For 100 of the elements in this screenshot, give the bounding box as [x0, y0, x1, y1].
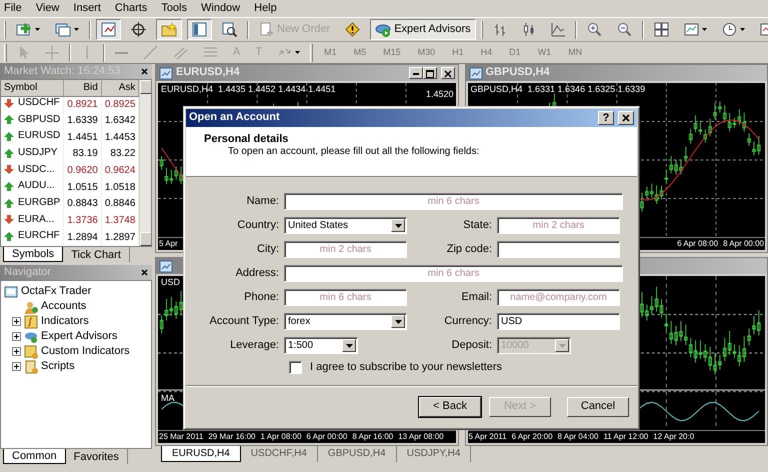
- input-field[interactable]: [497, 241, 620, 258]
- tree-item[interactable]: Accounts: [41, 300, 86, 314]
- time-label: 11 Apr 12:00: [603, 432, 648, 442]
- chart-tab[interactable]: GBPUSD,H4: [318, 446, 397, 462]
- input-field[interactable]: name@company.com: [497, 289, 620, 306]
- tree-item[interactable]: OctaFx Trader: [21, 284, 92, 298]
- maximize-button[interactable]: [422, 67, 436, 79]
- dropdown-arrow-icon: [394, 224, 402, 228]
- time-label: 5 Apr 2011: [468, 432, 507, 442]
- input-field[interactable]: min 6 chars: [284, 265, 623, 282]
- time-label: 6 Apr 20:00: [512, 432, 553, 442]
- chart-info: GBPUSD,H4 1.6331 1.6346 1.6325 1.6339: [470, 84, 646, 95]
- time-label: 13 Apr 08:00: [398, 432, 444, 442]
- chart-info: USD: [161, 277, 180, 288]
- dropdown-arrow-icon: [346, 344, 352, 348]
- wizard-button[interactable]: < Back: [419, 396, 481, 416]
- dropdown[interactable]: 1:500: [284, 337, 358, 354]
- input-field[interactable]: min 6 chars: [284, 193, 623, 210]
- magnifier-chart-icon: [222, 22, 237, 37]
- field-label: City:: [256, 242, 280, 256]
- help-button[interactable]: ?: [598, 111, 614, 125]
- market-watch-button[interactable]: [96, 19, 121, 40]
- menu-item[interactable]: File: [4, 2, 22, 16]
- panel-tab[interactable]: Favorites: [66, 449, 128, 464]
- chart-window-icon: [101, 22, 116, 37]
- panel-tab[interactable]: Symbols: [3, 247, 64, 262]
- close-button[interactable]: [440, 67, 454, 79]
- caret-icon: [295, 51, 300, 54]
- star-folder-icon: [161, 22, 177, 37]
- panel-icon: [192, 22, 207, 37]
- checkbox[interactable]: [289, 361, 302, 374]
- chart-tab[interactable]: USDJPY,H4: [396, 446, 472, 462]
- navigator-button[interactable]: [156, 19, 182, 40]
- tile-windows-icon: [654, 22, 669, 37]
- bid-cell: 0.8921: [64, 96, 102, 113]
- close-button[interactable]: [618, 111, 634, 125]
- close-icon[interactable]: [141, 68, 148, 75]
- field-label: Country:: [236, 218, 280, 232]
- warning-icon: [345, 22, 360, 37]
- input-field[interactable]: min 6 chars: [284, 289, 407, 306]
- menu-item[interactable]: Window: [201, 2, 240, 16]
- chart-tab[interactable]: USDCHF,H4: [240, 446, 318, 462]
- menu-item[interactable]: Charts: [114, 2, 148, 16]
- field-label: Leverage:: [229, 338, 280, 352]
- expand-icon[interactable]: [12, 332, 21, 341]
- minimize-button[interactable]: [408, 67, 422, 79]
- checkbox-label[interactable]: I agree to subscribe to your newsletters: [310, 361, 502, 374]
- chart-window-icon: [159, 66, 173, 80]
- bid-cell: 0.9620: [64, 162, 102, 180]
- field-label: Address:: [234, 266, 280, 280]
- expand-icon[interactable]: [12, 362, 21, 371]
- dropdown[interactable]: forex: [284, 313, 407, 330]
- time-label: 6 Apr 00:00: [306, 432, 348, 442]
- input-field[interactable]: min 2 chars: [497, 217, 620, 234]
- dropdown[interactable]: United States: [284, 217, 407, 234]
- menu-item[interactable]: View: [36, 2, 60, 16]
- chart-title: EURUSD,H4: [176, 66, 240, 80]
- panel-title: Navigator: [4, 266, 52, 280]
- channel-icon: [173, 45, 188, 60]
- tree-item[interactable]: Scripts: [41, 360, 75, 374]
- time-label: 29 Mar 16:00: [208, 432, 256, 442]
- chart-info: EURUSD,H4 1.4435 1.4452 1.4434 1.4451: [161, 84, 336, 95]
- cursor-icon: [17, 45, 30, 60]
- bid-cell: 1.0515: [64, 179, 102, 196]
- symbol-cell: USDJPY: [18, 147, 58, 160]
- wizard-button[interactable]: Cancel: [567, 396, 629, 416]
- close-icon[interactable]: [141, 269, 148, 276]
- crosshair-icon: [131, 22, 146, 37]
- tree-item[interactable]: Expert Advisors: [41, 330, 118, 344]
- expert-advisors-button[interactable]: Expert Advisors: [370, 19, 476, 40]
- expand-icon[interactable]: [12, 347, 21, 356]
- bar-chart-icon: [492, 22, 507, 37]
- expand-icon[interactable]: [12, 317, 21, 326]
- column-header[interactable]: Ask: [101, 80, 139, 96]
- caret-icon: [740, 28, 745, 31]
- scrollbar[interactable]: [139, 80, 151, 246]
- column-header[interactable]: Symbol: [1, 80, 64, 96]
- function-icon: [24, 314, 38, 328]
- minimize-icon: [412, 73, 418, 76]
- zoom-in-icon: [586, 22, 602, 37]
- document-plus-icon: [259, 22, 274, 37]
- tree-item[interactable]: Custom Indicators: [41, 344, 130, 358]
- panel-tab[interactable]: Tick Chart: [63, 247, 130, 262]
- close-icon: [442, 69, 452, 80]
- panel-tab[interactable]: Common: [3, 449, 66, 464]
- menu-item[interactable]: Tools: [161, 2, 187, 16]
- terminal-button[interactable]: [187, 19, 212, 40]
- input-field[interactable]: USD: [497, 313, 620, 330]
- menu-item[interactable]: Insert: [73, 2, 101, 16]
- time-label: 8 Apr 16:00: [352, 432, 394, 442]
- field-label: Currency:: [443, 314, 493, 328]
- column-header[interactable]: Bid: [64, 80, 102, 96]
- menu-item[interactable]: Help: [254, 2, 277, 16]
- symbol-cell: USDCHF: [18, 97, 60, 110]
- robot-hat-icon: [375, 22, 392, 37]
- bid-cell: 83.19: [64, 146, 102, 163]
- input-field[interactable]: min 2 chars: [284, 241, 407, 258]
- caret-icon: [35, 28, 40, 31]
- tree-item[interactable]: Indicators: [41, 314, 89, 328]
- chart-tab[interactable]: EURUSD,H4: [161, 446, 241, 462]
